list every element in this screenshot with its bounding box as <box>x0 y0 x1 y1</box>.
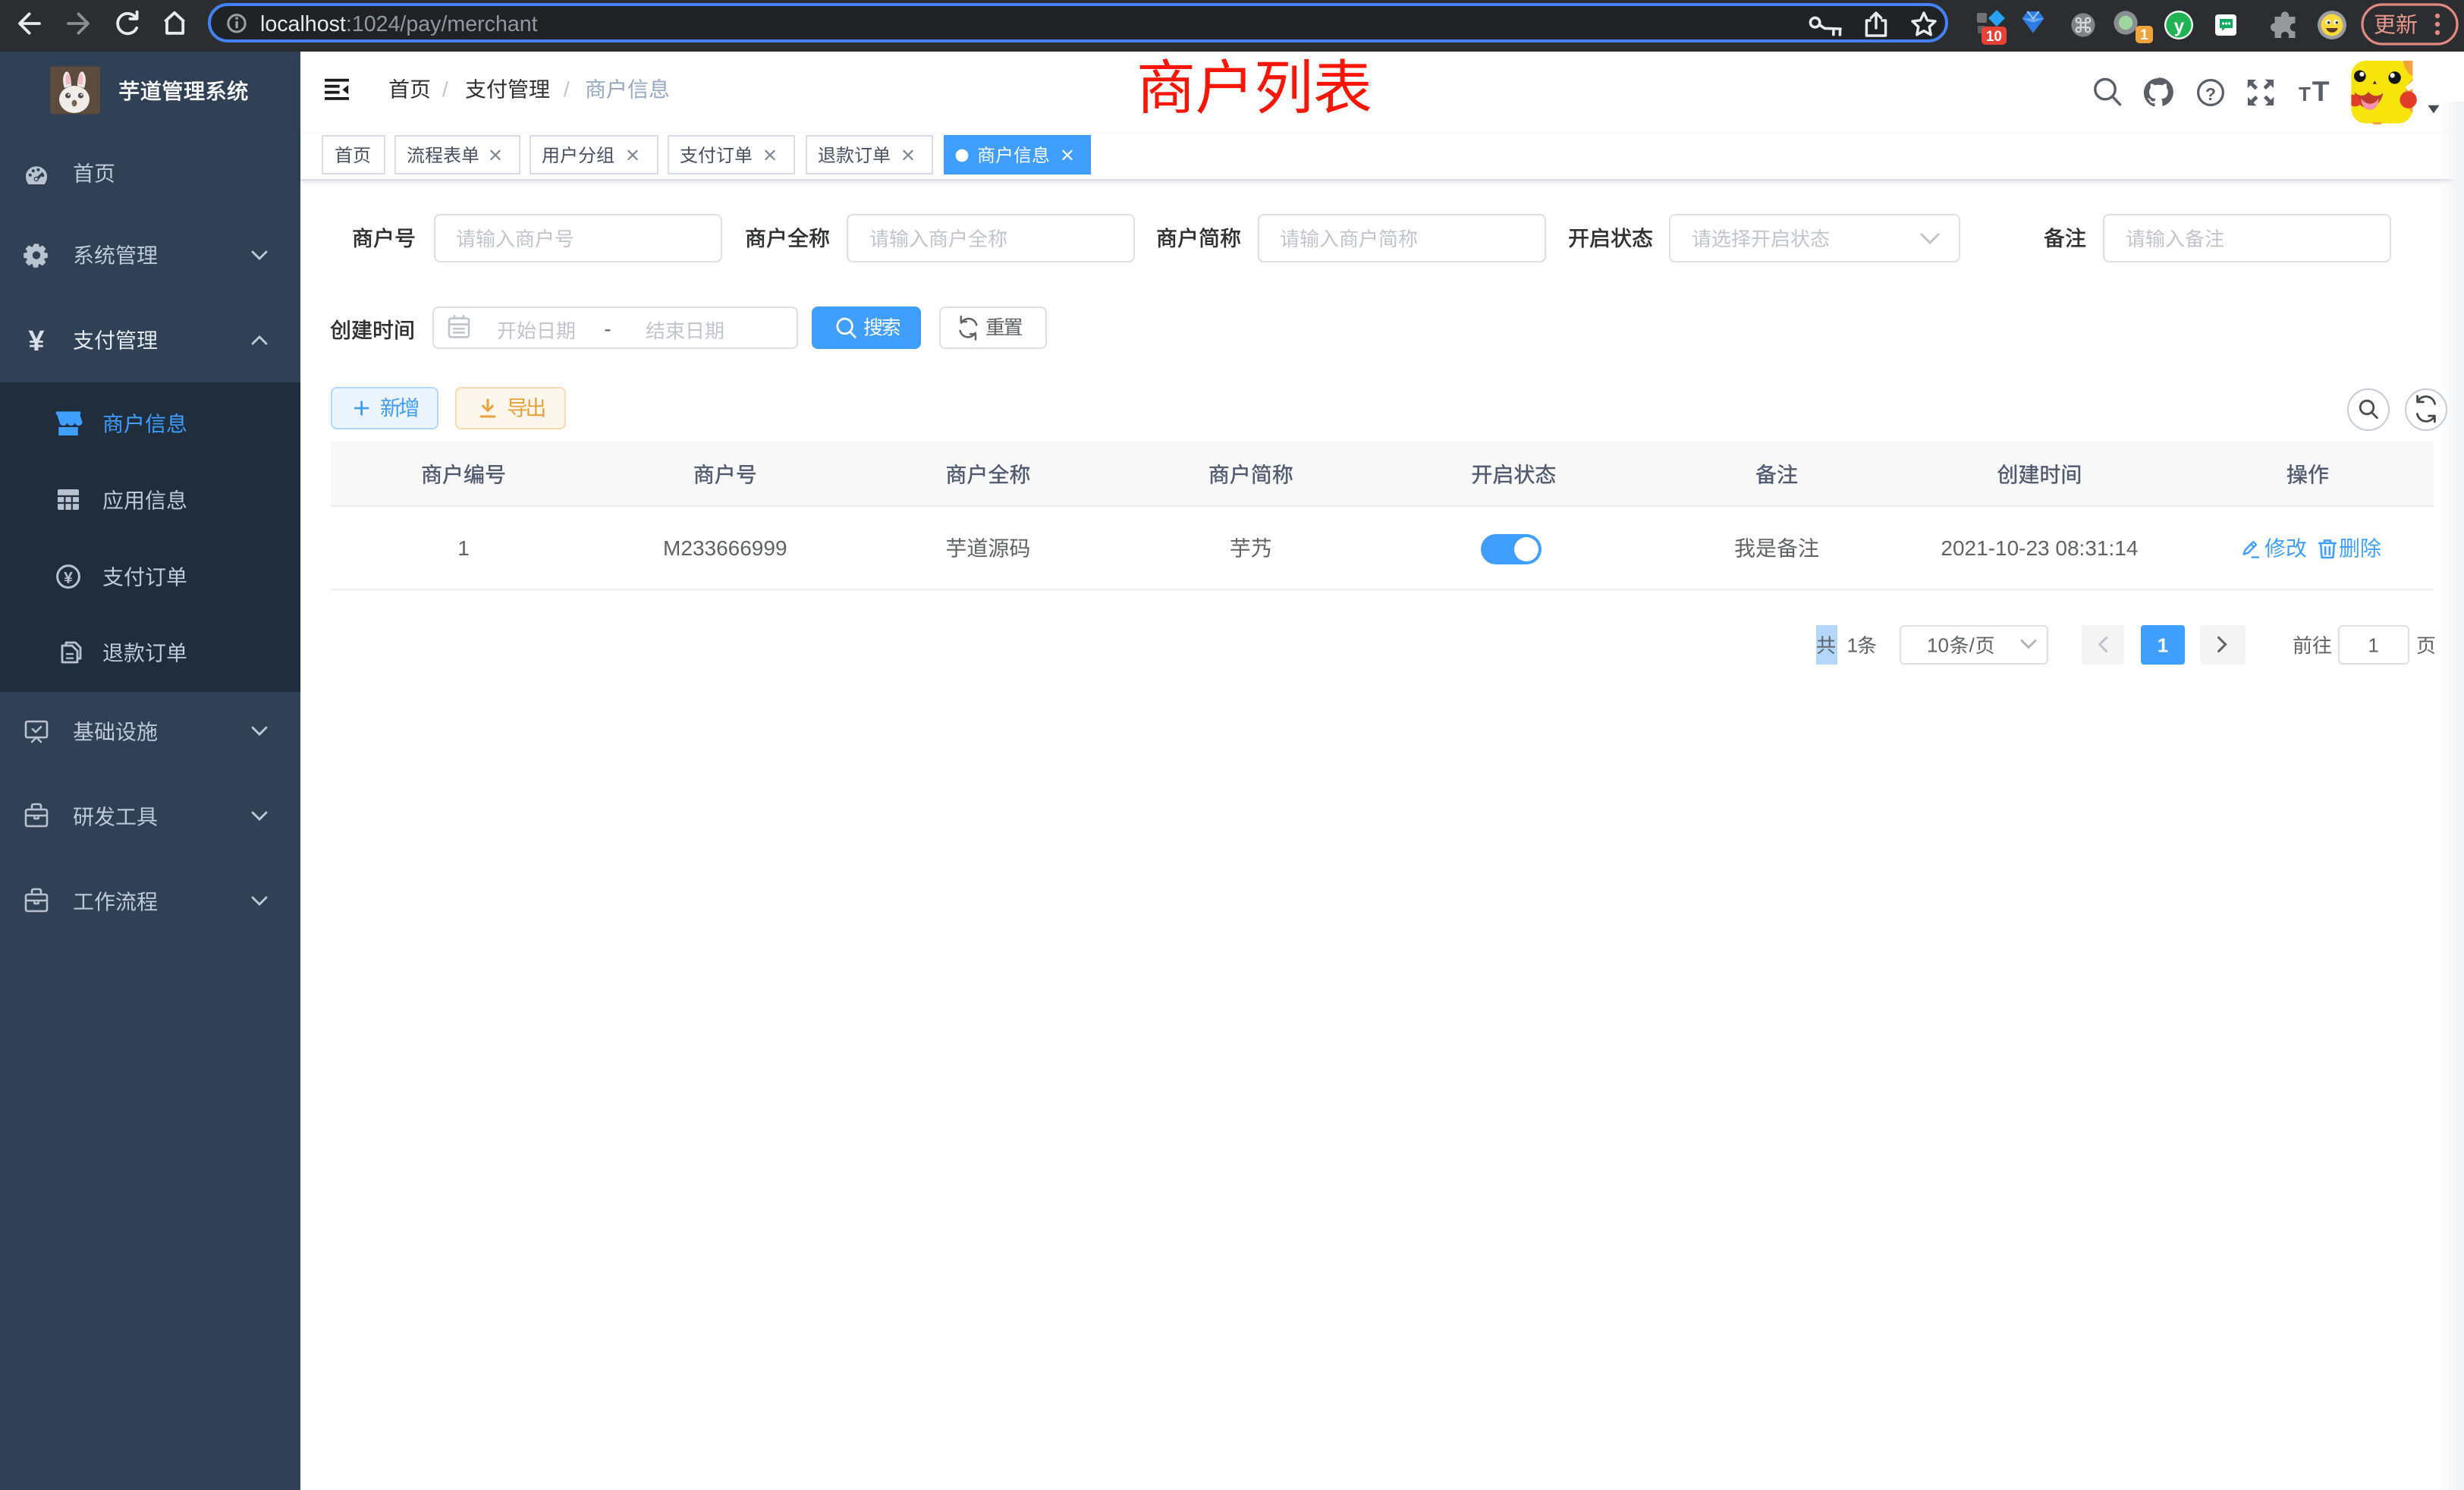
svg-text:¥: ¥ <box>28 325 44 357</box>
svg-text:/: / <box>1969 633 1975 656</box>
svg-text:1: 1 <box>2140 27 2148 43</box>
svg-text:¥: ¥ <box>64 570 73 587</box>
svg-text:T: T <box>2312 76 2330 107</box>
svg-text:/: / <box>442 77 448 101</box>
svg-text:10: 10 <box>1927 633 1949 656</box>
svg-text:1: 1 <box>2368 633 2378 656</box>
svg-text:?: ? <box>2205 84 2216 104</box>
svg-text:/: / <box>564 77 570 101</box>
svg-text:1: 1 <box>457 536 470 560</box>
svg-text:T: T <box>2299 83 2311 105</box>
svg-text:y: y <box>2174 16 2185 36</box>
svg-text:2021-10-23 08:31:14: 2021-10-23 08:31:14 <box>1941 536 2138 560</box>
svg-text:1: 1 <box>2158 633 2168 656</box>
svg-text:localhost:1024/pay/merchant: localhost:1024/pay/merchant <box>260 12 538 36</box>
svg-text:10: 10 <box>1986 29 2002 45</box>
svg-text:1: 1 <box>1847 633 1858 656</box>
svg-text:-: - <box>604 317 611 341</box>
svg-text:M233666999: M233666999 <box>663 536 787 560</box>
